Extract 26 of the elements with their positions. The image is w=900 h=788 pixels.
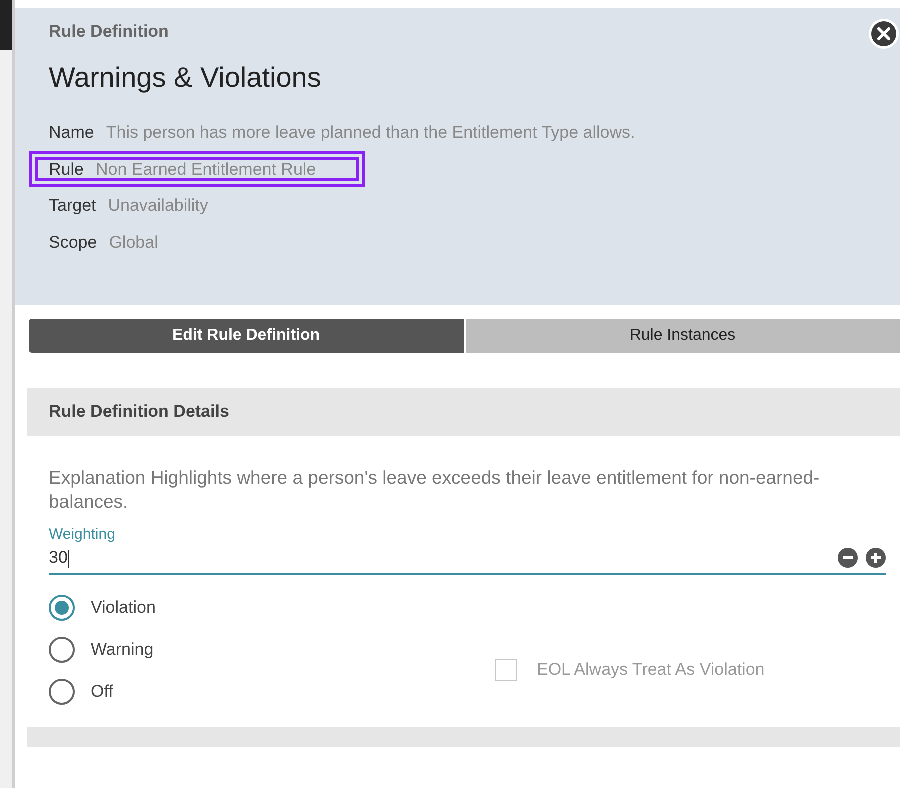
detail-value: Non Earned Entitlement Rule — [96, 158, 316, 180]
weighting-field[interactable]: Weighting 30 — [49, 526, 886, 575]
tab[interactable]: Rule Instances — [466, 319, 900, 353]
panel-subtitle: Rule Definition — [49, 22, 170, 42]
detail-label: Name — [49, 122, 94, 144]
close-icon[interactable] — [868, 18, 900, 50]
background-window-edge — [0, 0, 12, 50]
detail-value: Unavailability — [108, 195, 208, 217]
radio-label: Off — [91, 682, 114, 702]
radio-label: Violation — [91, 598, 156, 618]
radio-button[interactable] — [49, 637, 75, 663]
section-title: Rule Definition Details — [49, 402, 230, 422]
detail-label: Target — [49, 195, 96, 217]
radio-button[interactable] — [49, 595, 75, 621]
detail-label: Scope — [49, 232, 98, 254]
checkbox-label: EOL Always Treat As Violation — [537, 660, 765, 680]
explanation-text: Explanation Highlights where a person's leave exceeds their leave entitlement for non-earned-balances. — [49, 466, 821, 514]
detail-value: This person has more leave planned than the Entitlement Type allows. — [106, 122, 636, 144]
plus-icon[interactable] — [866, 548, 886, 568]
detail-label: Rule — [49, 158, 84, 180]
tab[interactable]: Edit Rule Definition — [29, 319, 464, 353]
radio-button[interactable] — [49, 679, 75, 705]
minus-icon[interactable] — [838, 548, 858, 568]
radio-label: Warning — [91, 640, 154, 660]
panel-title: Warnings & Violations — [49, 62, 322, 94]
detail-value: Global — [109, 232, 158, 254]
